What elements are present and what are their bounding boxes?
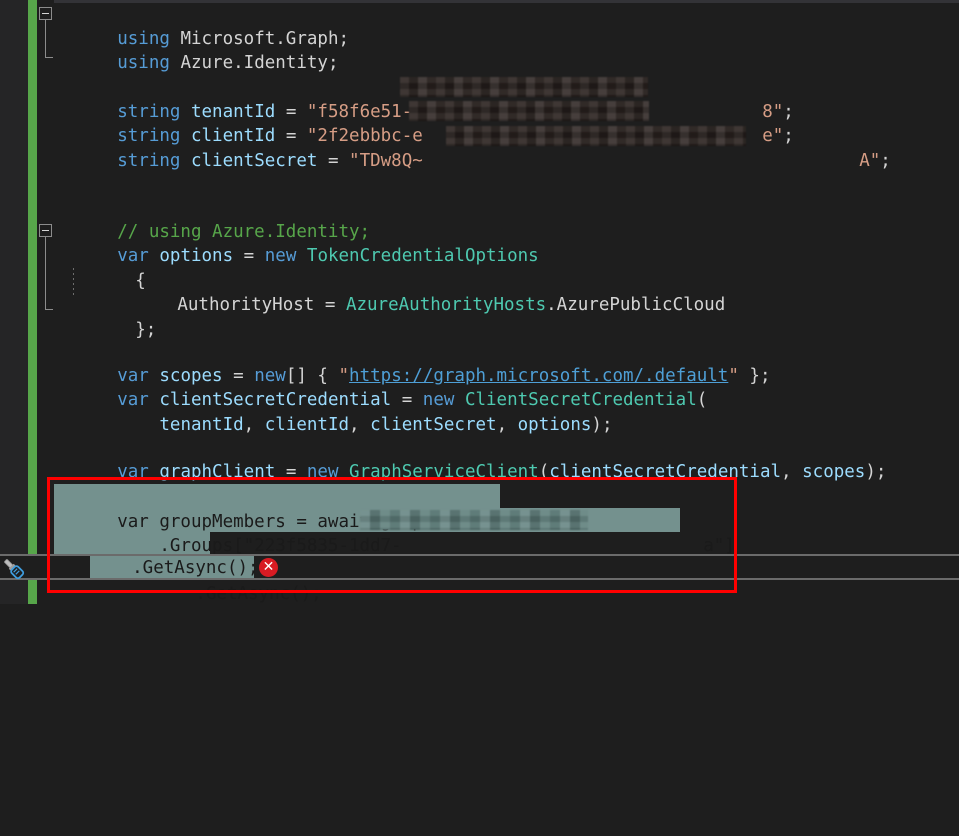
error-icon[interactable]: ✕ [259, 558, 278, 577]
screwdriver-icon[interactable] [1, 556, 27, 582]
redacted-client-id [409, 101, 649, 121]
code-line: var groupMembers = await graphClient [54, 485, 496, 532]
editor-outer-margin [0, 0, 28, 604]
fold-marker-usings[interactable] [39, 7, 52, 20]
code-token: .GetAsync(); [90, 558, 259, 578]
redacted-group-id [360, 510, 588, 530]
change-indicator-bar [28, 0, 37, 604]
code-token: a"] [703, 535, 735, 556]
code-token: .GetAsync(); [153, 583, 322, 604]
fold-marker-options[interactable] [39, 224, 52, 237]
code-editor[interactable]: using Microsoft.Graph; using Azure.Ident… [0, 0, 959, 604]
fold-guide-options [45, 237, 46, 310]
redacted-tenant-id [400, 77, 648, 97]
code-line: .Groups["223f5835-1dd7- [54, 509, 401, 556]
fold-guide-foot-options [45, 309, 53, 310]
code-line-tail: a"] [640, 509, 735, 556]
redacted-client-secret [446, 126, 746, 146]
fold-guide-foot-usings [45, 57, 53, 58]
fold-guide-usings [45, 20, 46, 58]
